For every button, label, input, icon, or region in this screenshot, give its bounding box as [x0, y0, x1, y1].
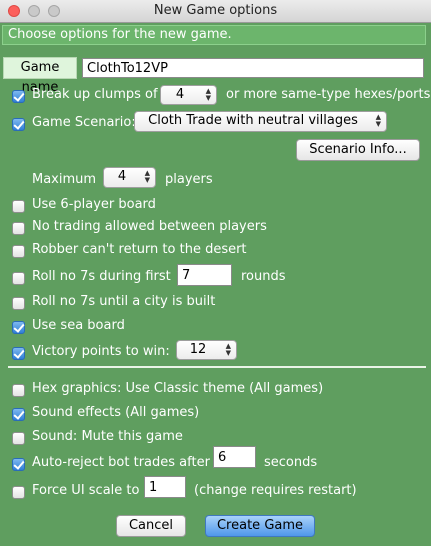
- instructions-banner: Choose options for the new game.: [2, 25, 426, 45]
- game-scenario-select[interactable]: Cloth Trade with neutral villages ▲ ▼: [134, 111, 387, 132]
- close-window-button[interactable]: [8, 5, 20, 17]
- title-bar: New Game options: [0, 0, 431, 23]
- six-player-checkbox[interactable]: [12, 200, 25, 213]
- roll-no-7s-city-checkbox[interactable]: [12, 297, 25, 310]
- sound-mute-label: Sound: Mute this game: [32, 429, 183, 444]
- updown-arrows-icon: ▲ ▼: [144, 169, 150, 184]
- ui-scale-input[interactable]: [144, 476, 186, 498]
- minimize-window-button[interactable]: [28, 5, 40, 17]
- roll-no-7s-rounds-input[interactable]: [177, 264, 232, 286]
- clump-suffix-label: or more same-type hexes/ports: [226, 87, 431, 102]
- roll-no-7s-checkbox[interactable]: [12, 272, 25, 285]
- victory-points-value: 12: [189, 342, 207, 357]
- sound-effects-checkbox[interactable]: [12, 408, 25, 421]
- max-players-suffix: players: [165, 172, 213, 187]
- game-name-label: Game name: [3, 57, 77, 95]
- victory-points-label: Victory points to win:: [32, 344, 170, 359]
- robber-checkbox[interactable]: [12, 245, 25, 258]
- updown-arrows-icon: ▲ ▼: [225, 342, 231, 357]
- game-scenario-checkbox[interactable]: [12, 118, 25, 131]
- new-game-options-window: New Game options Choose options for the …: [0, 0, 431, 546]
- ui-scale-prefix: Force UI scale to: [32, 483, 140, 498]
- auto-reject-suffix: seconds: [264, 455, 318, 470]
- no-trading-checkbox[interactable]: [12, 222, 25, 235]
- section-divider: [8, 366, 426, 368]
- roll-no-7s-city-label: Roll no 7s until a city is built: [32, 294, 216, 309]
- six-player-label: Use 6-player board: [32, 197, 156, 212]
- auto-reject-checkbox[interactable]: [12, 458, 25, 471]
- create-game-button[interactable]: Create Game: [205, 515, 315, 537]
- updown-arrows-icon: ▲ ▼: [205, 87, 211, 102]
- updown-arrows-icon: ▲ ▼: [375, 113, 381, 128]
- max-players-spinner[interactable]: 4 ▲ ▼: [103, 167, 156, 188]
- sea-board-label: Use sea board: [32, 318, 125, 333]
- break-up-clumps-label: Break up clumps of: [32, 87, 158, 102]
- scenario-info-button[interactable]: Scenario Info...: [296, 139, 420, 161]
- window-title: New Game options: [153, 3, 278, 18]
- roll-no-7s-suffix: rounds: [241, 269, 286, 284]
- robber-label: Robber can't return to the desert: [32, 242, 247, 257]
- break-up-clumps-checkbox[interactable]: [12, 90, 25, 103]
- victory-points-checkbox[interactable]: [12, 347, 25, 360]
- hex-graphics-label: Hex graphics: Use Classic theme (All gam…: [32, 381, 324, 396]
- cancel-button[interactable]: Cancel: [116, 515, 186, 537]
- max-players-prefix: Maximum: [32, 172, 97, 187]
- sound-effects-label: Sound effects (All games): [32, 405, 200, 420]
- max-players-value: 4: [117, 169, 127, 184]
- no-trading-label: No trading allowed between players: [32, 219, 267, 234]
- auto-reject-seconds-input[interactable]: [213, 446, 256, 468]
- sound-mute-checkbox[interactable]: [12, 432, 25, 445]
- game-scenario-label: Game Scenario:: [32, 115, 136, 130]
- zoom-window-button[interactable]: [48, 5, 60, 17]
- victory-points-spinner[interactable]: 12 ▲ ▼: [176, 340, 237, 360]
- roll-no-7s-prefix: Roll no 7s during first: [32, 269, 171, 284]
- game-name-input[interactable]: [82, 58, 424, 78]
- sea-board-checkbox[interactable]: [12, 321, 25, 334]
- clump-size-spinner[interactable]: 4 ▲ ▼: [160, 85, 217, 105]
- clump-size-value: 4: [175, 87, 185, 102]
- hex-graphics-checkbox[interactable]: [12, 384, 25, 397]
- game-scenario-value: Cloth Trade with neutral villages: [148, 113, 358, 128]
- ui-scale-checkbox[interactable]: [12, 486, 25, 499]
- ui-scale-suffix: (change requires restart): [194, 483, 357, 498]
- auto-reject-prefix: Auto-reject bot trades after: [32, 455, 210, 470]
